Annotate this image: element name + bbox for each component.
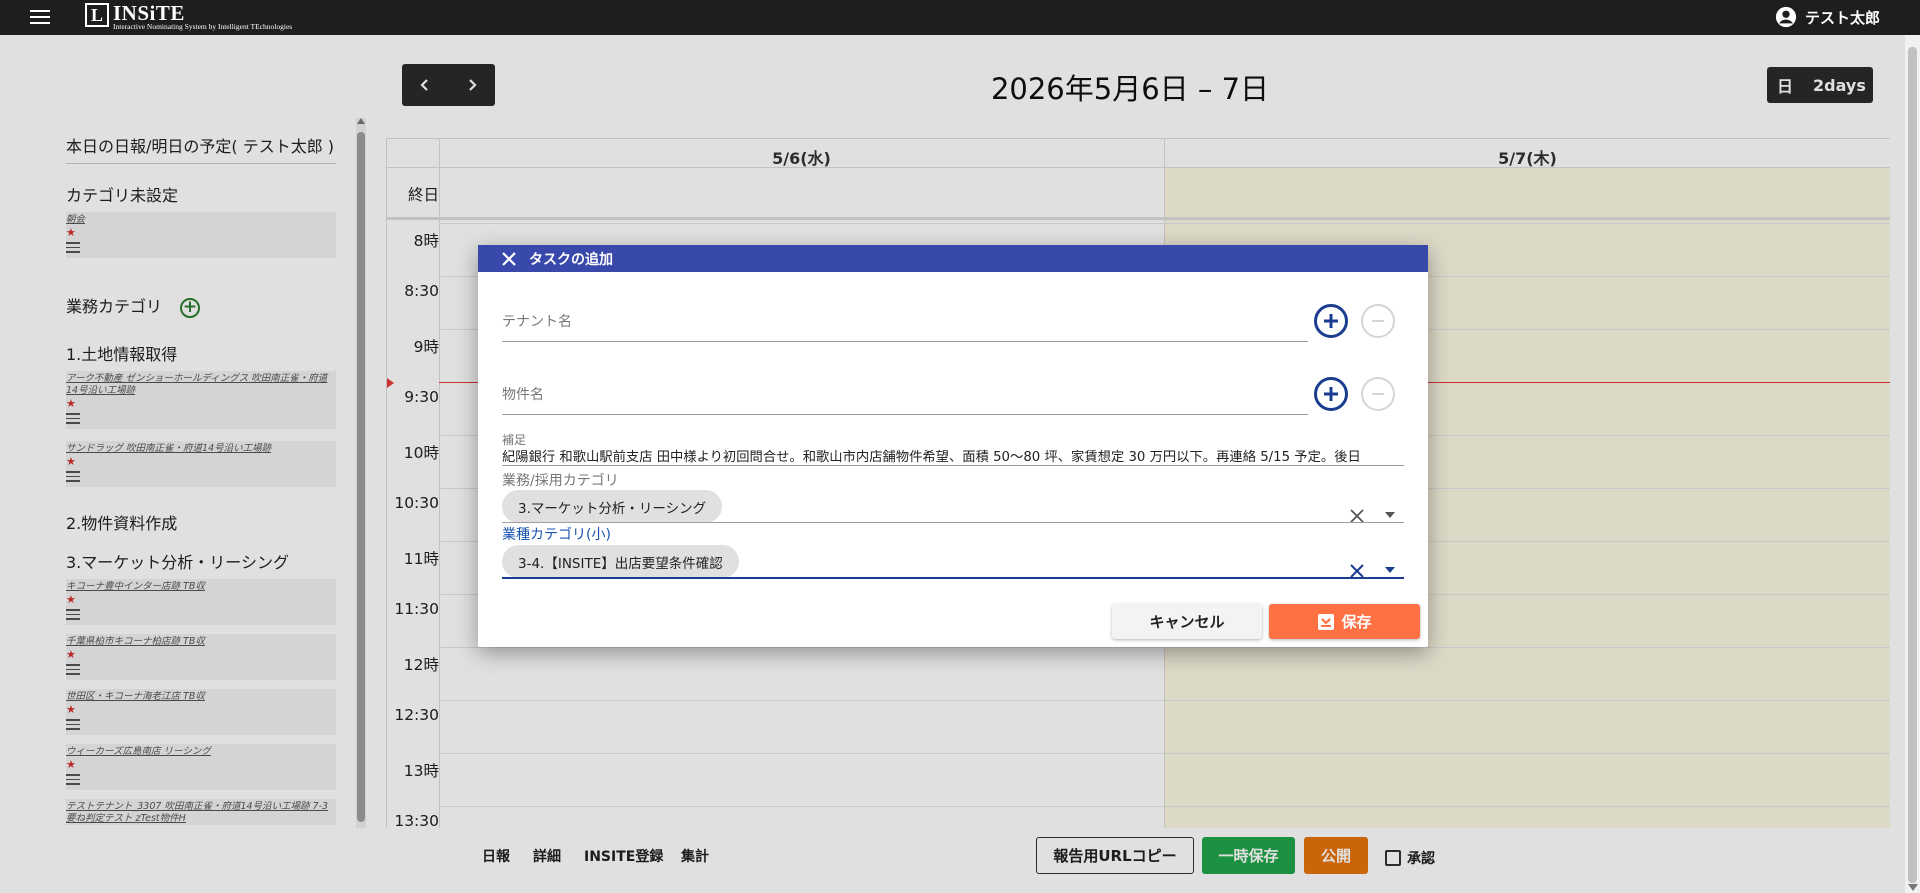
remove-tenant-button[interactable] [1361, 304, 1395, 338]
app-logo[interactable]: L INSiTE Interactive Nominating System b… [85, 3, 292, 32]
dialog-title: タスクの追加 [529, 251, 613, 268]
add-circle-icon [1324, 387, 1338, 401]
dialog-header: タスクの追加 [478, 245, 1428, 272]
property-input[interactable]: 物件名 [502, 384, 544, 404]
add-task-dialog: タスクの追加 テナント名 物件名 補足 紀陽銀行 和歌山駅前支店 田中様より初回… [478, 245, 1428, 647]
remove-circle-icon [1372, 393, 1384, 395]
notes-field[interactable]: 紀陽銀行 和歌山駅前支店 田中様より初回問合せ。和歌山市内店舗物件希望、面積 5… [502, 446, 1404, 465]
remove-property-button[interactable] [1361, 377, 1395, 411]
menu-icon[interactable] [30, 10, 50, 25]
dropdown-arrow-icon[interactable] [1385, 567, 1395, 573]
top-app-bar: L INSiTE Interactive Nominating System b… [0, 0, 1920, 35]
save-icon [1318, 613, 1335, 630]
logo-mark: L [85, 3, 109, 27]
add-property-button[interactable] [1314, 377, 1348, 411]
subcategory-label: 業種カテゴリ(小) [502, 527, 611, 543]
logo-subtitle: Interactive Nominating System by Intelli… [113, 22, 293, 31]
add-tenant-button[interactable] [1314, 304, 1348, 338]
subcategory-chip[interactable]: 3-4.【INSITE】出店要望条件確認 [502, 545, 739, 578]
category-chip[interactable]: 3.マーケット分析・リーシング [502, 490, 723, 523]
tenant-input[interactable]: テナント名 [502, 311, 572, 331]
remove-circle-icon [1372, 320, 1384, 322]
user-menu[interactable]: テスト太郎 [1775, 6, 1880, 28]
account-circle-icon [1775, 6, 1797, 28]
page-scrollbar[interactable] [1905, 35, 1920, 893]
logo-name: INSiTE [113, 1, 185, 25]
add-circle-icon [1324, 314, 1338, 328]
dropdown-arrow-icon[interactable] [1385, 512, 1395, 518]
user-name: テスト太郎 [1804, 8, 1880, 27]
save-button[interactable]: 保存 [1269, 604, 1420, 639]
close-icon[interactable] [501, 251, 517, 267]
cancel-button[interactable]: キャンセル [1112, 604, 1262, 639]
category-label: 業務/採用カテゴリ [502, 473, 619, 489]
